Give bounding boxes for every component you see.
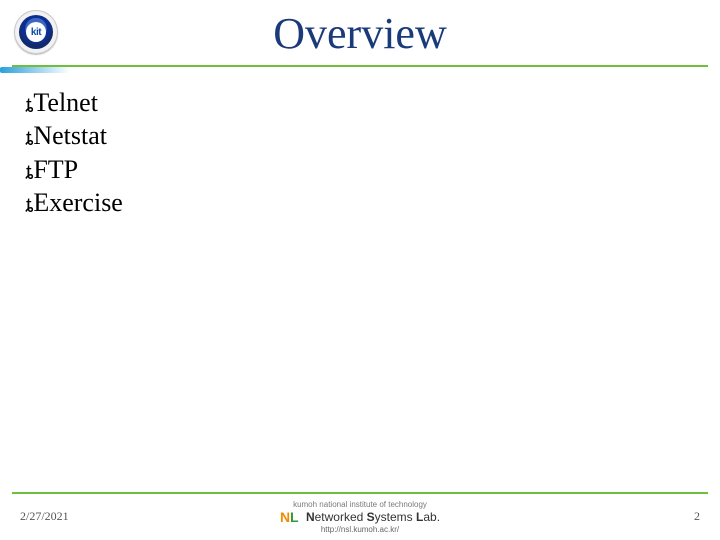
page-number: 2 (694, 509, 700, 524)
title-underline (0, 63, 720, 73)
bullet-text: Telnet (33, 86, 98, 119)
nl-n-glyph: N (280, 510, 290, 525)
slide: kit Overview ȶ Telnet ȶ Netstat ȶ FTP ȶ … (0, 0, 720, 540)
footer-logo-block: kumoh national institute of technology N… (280, 501, 440, 534)
list-item: ȶ Telnet (26, 86, 694, 119)
bullet-list: ȶ Telnet ȶ Netstat ȶ FTP ȶ Exercise (26, 86, 694, 219)
bullet-icon: ȶ (26, 161, 31, 187)
bullet-icon: ȶ (26, 194, 31, 220)
page-title: Overview (0, 8, 720, 59)
nl-mark-icon: N L (280, 510, 300, 526)
footer-divider (12, 492, 708, 494)
footer-lab-name: Networked Systems Lab. (306, 511, 440, 524)
bullet-text: FTP (33, 153, 78, 186)
list-item: ȶ FTP (26, 153, 694, 186)
footer-lab-row: N L Networked Systems Lab. (280, 510, 440, 526)
bullet-icon: ȶ (26, 94, 31, 120)
underline-green (12, 65, 708, 67)
footer-institute: kumoh national institute of technology (280, 501, 440, 509)
footer-date: 2/27/2021 (20, 509, 69, 524)
list-item: ȶ Exercise (26, 186, 694, 219)
footer-url: http://nsl.kumoh.ac.kr/ (280, 526, 440, 534)
bullet-text: Exercise (33, 186, 123, 219)
underline-cyan-accent (0, 67, 70, 73)
nl-l-glyph: L (290, 510, 299, 525)
bullet-icon: ȶ (26, 127, 31, 153)
list-item: ȶ Netstat (26, 119, 694, 152)
bullet-text: Netstat (33, 119, 107, 152)
